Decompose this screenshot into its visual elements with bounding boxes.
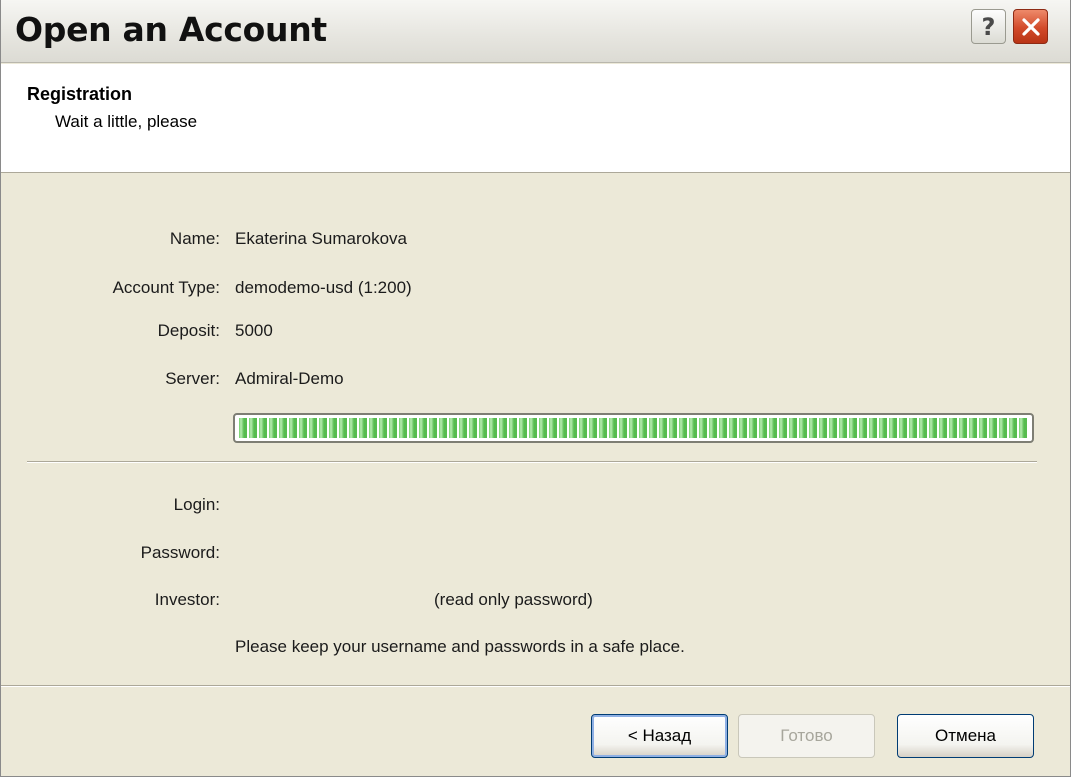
investor-hint: (read only password) <box>434 590 593 609</box>
password-label: Password: <box>140 543 220 562</box>
investor-label: Investor: <box>154 590 220 609</box>
progress-fill <box>239 418 1028 438</box>
help-button[interactable]: ? <box>971 9 1006 44</box>
deposit-value: 5000 <box>235 321 273 340</box>
header-title: Registration <box>27 84 133 104</box>
name-value: Ekaterina Sumarokova <box>235 229 407 248</box>
login-label: Login: <box>173 495 220 514</box>
dialog-window: Open an Account ? Registration Wait a li… <box>0 0 1071 777</box>
wizard-header: Registration Wait a little, please <box>1 64 1070 173</box>
server-label: Server: <box>165 369 220 388</box>
back-button[interactable]: < Назад <box>591 714 728 758</box>
registration-progress-bar <box>233 413 1034 443</box>
close-button[interactable] <box>1013 9 1048 44</box>
account-type-value: demodemo-usd (1:200) <box>235 278 412 297</box>
cancel-button[interactable]: Отмена <box>897 714 1034 758</box>
section-divider <box>27 461 1037 463</box>
header-subtitle: Wait a little, please <box>55 112 198 131</box>
account-type-label: Account Type: <box>112 278 220 297</box>
close-icon <box>1021 17 1040 36</box>
safety-notice: Please keep your username and passwords … <box>235 637 685 656</box>
footer-divider <box>1 685 1070 687</box>
window-title: Open an Account <box>15 10 327 49</box>
title-bar[interactable]: Open an Account ? <box>1 0 1070 63</box>
help-icon: ? <box>981 12 996 41</box>
deposit-label: Deposit: <box>157 321 220 340</box>
server-value: Admiral-Demo <box>235 369 344 388</box>
finish-button[interactable]: Готово <box>738 714 875 758</box>
name-label: Name: <box>169 229 220 248</box>
